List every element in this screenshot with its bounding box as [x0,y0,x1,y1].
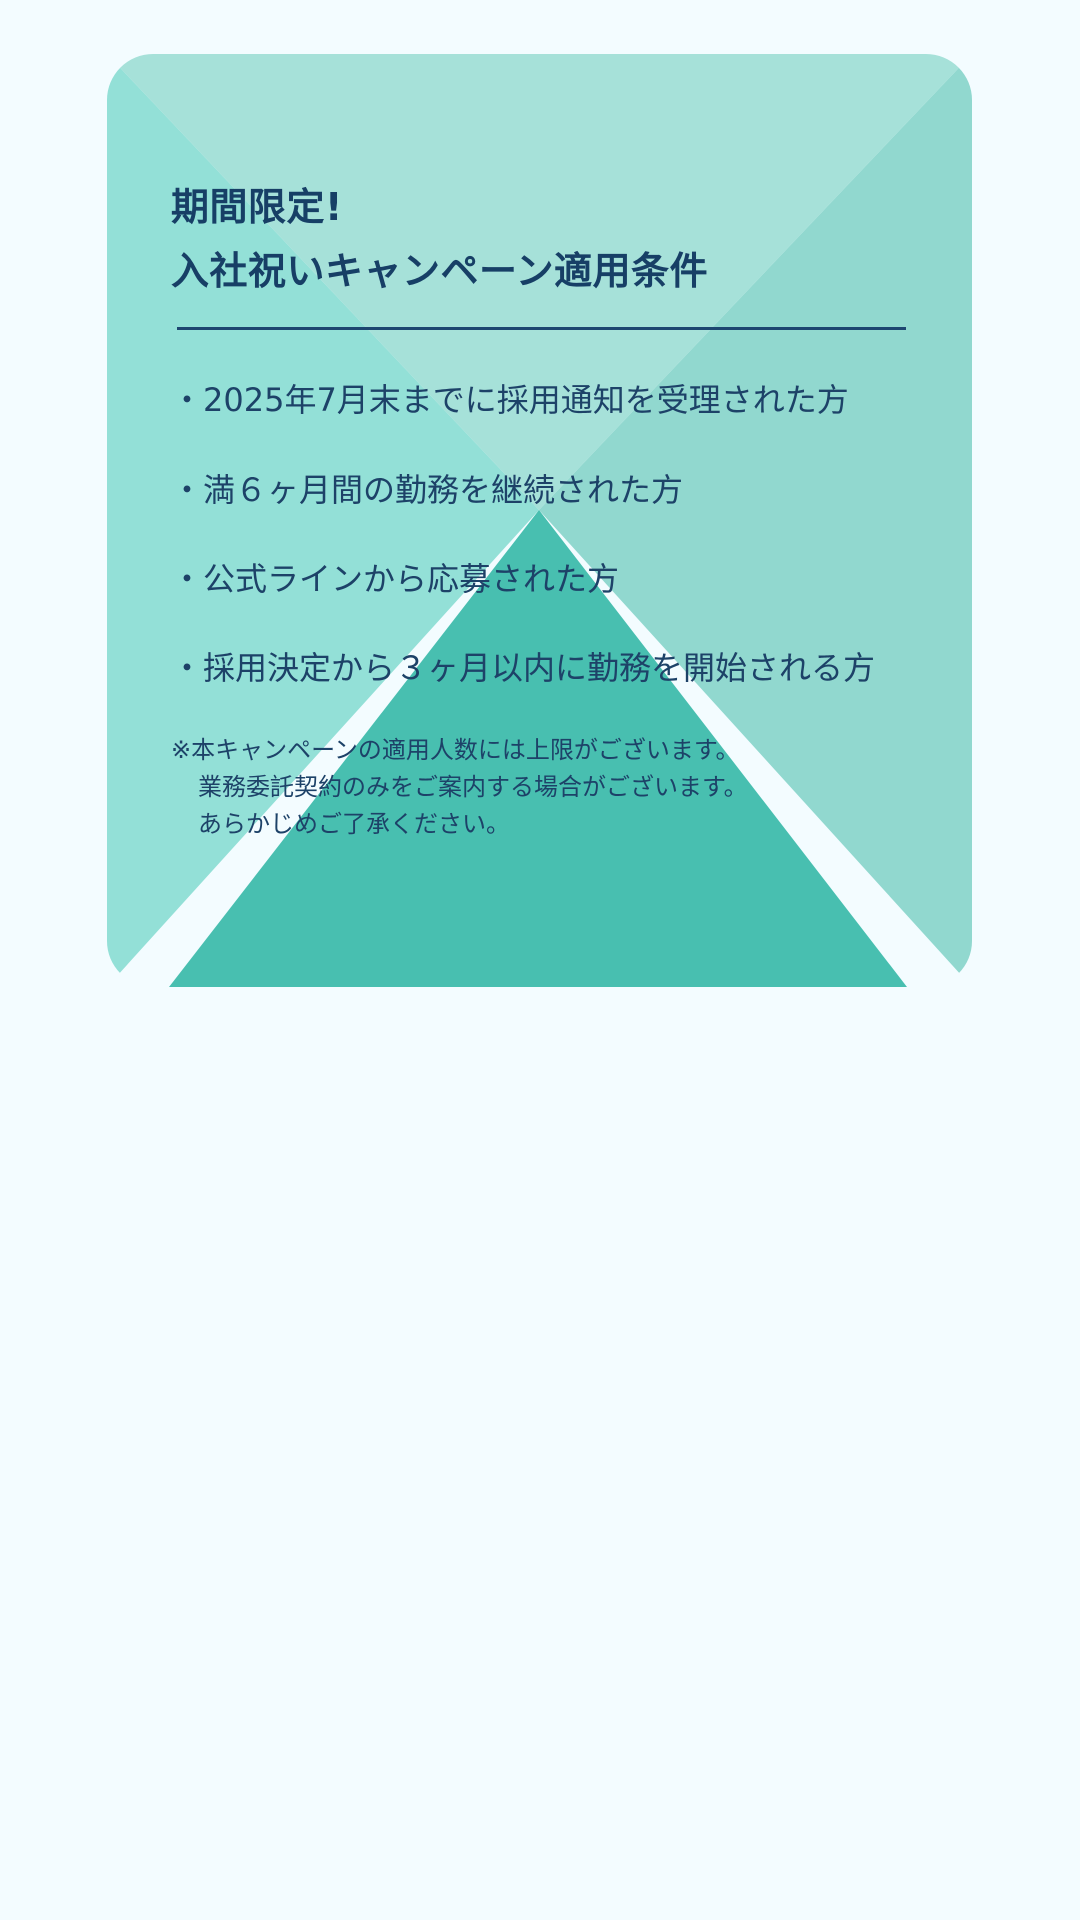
condition-item: ・公式ラインから応募された方 [171,560,620,598]
condition-item: ・満６ヶ月間の勤務を継続された方 [171,471,684,509]
card-content: 期間限定! 入社祝いキャンペーン適用条件 ・2025年7月末までに採用通知を受理… [107,54,972,987]
condition-item: ・2025年7月末までに採用通知を受理された方 [171,381,849,419]
campaign-title-line2: 入社祝いキャンペーン適用条件 [171,249,709,293]
title-divider [177,327,906,330]
note-line: 業務委託契約のみをご案内する場合がございます。 [198,773,748,801]
campaign-card: 期間限定! 入社祝いキャンペーン適用条件 ・2025年7月末までに採用通知を受理… [107,54,972,987]
condition-item: ・採用決定から３ヶ月以内に勤務を開始される方 [171,649,876,687]
note-line: あらかじめご了承ください。 [198,810,510,838]
note-line: ※本キャンペーンの適用人数には上限がございます。 [171,736,740,764]
campaign-title-line1: 期間限定! [171,185,343,229]
